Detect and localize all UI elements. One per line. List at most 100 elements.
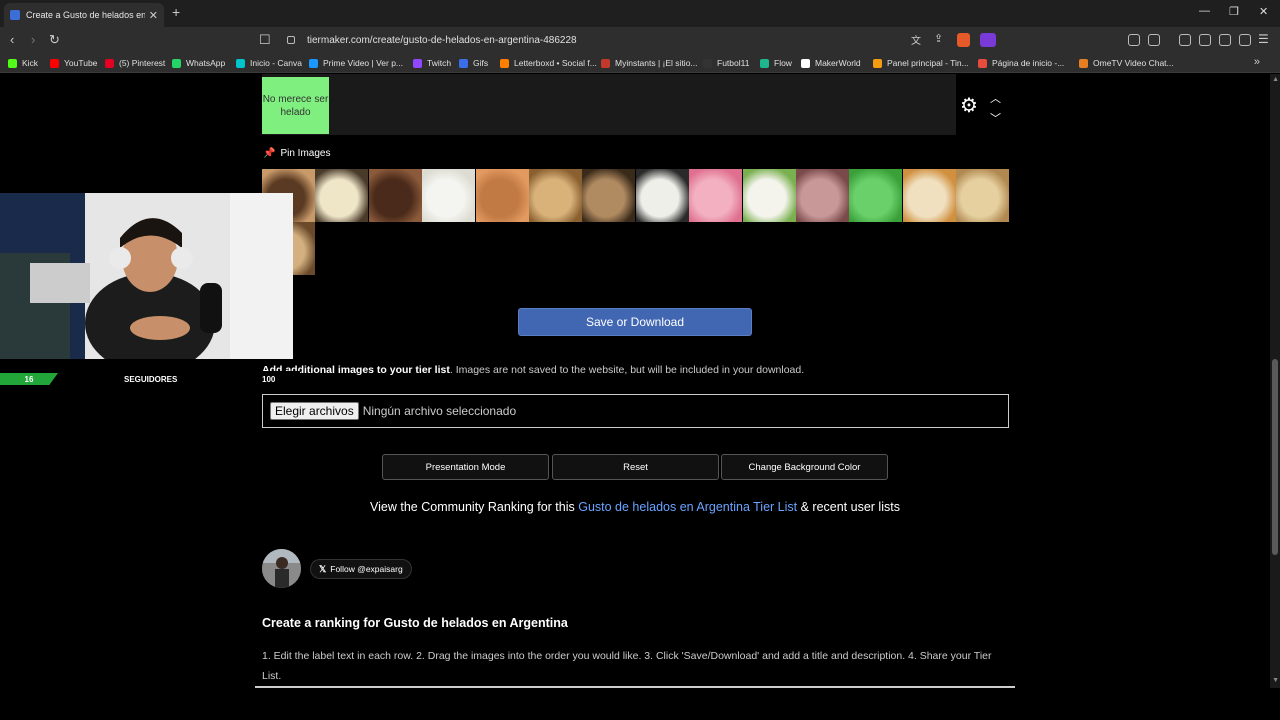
scroll-up-icon[interactable]: ▲	[1272, 76, 1279, 83]
ranking-title: Create a ranking for Gusto de helados en…	[262, 616, 568, 630]
follow-label: Follow @expaisarg	[330, 564, 403, 574]
leo-ai-icon[interactable]	[1219, 34, 1231, 46]
new-tab-icon[interactable]: +	[172, 4, 180, 20]
add-images-note-rest: . Images are not saved to the website, b…	[449, 364, 805, 376]
tier-label[interactable]: No merece ser helado	[262, 77, 329, 134]
tier-image-ice-cream-6[interactable]	[529, 169, 582, 222]
tier-image-ice-cream-11[interactable]	[796, 169, 849, 222]
community-ranking-text: View the Community Ranking for this Gust…	[0, 500, 1270, 514]
chevron-up-icon[interactable]: ︿	[990, 90, 1001, 106]
bookmark-item[interactable]: Panel principal - Tin...	[873, 58, 969, 68]
file-input[interactable]: Elegir archivos Ningún archivo seleccion…	[262, 394, 1009, 428]
scroll-down-icon[interactable]: ▼	[1272, 677, 1279, 684]
bookmark-label: Twitch	[427, 58, 452, 68]
bookmark-favicon-icon	[105, 58, 114, 68]
tier-image-ice-cream-7[interactable]	[582, 169, 636, 222]
bookmark-favicon-icon	[8, 58, 17, 68]
pin-images-label: Pin Images	[280, 148, 331, 159]
tab-search-icon[interactable]	[1148, 34, 1160, 46]
bookmark-item[interactable]: Inicio - Canva	[236, 58, 302, 68]
sidebar-icon[interactable]	[1179, 34, 1191, 46]
back-icon[interactable]: ‹	[10, 32, 14, 47]
add-images-note: Add additional images to your tier list.…	[262, 364, 804, 376]
tier-image-ice-cream-13[interactable]	[902, 169, 956, 222]
change-background-color-button[interactable]: Change Background Color	[721, 454, 888, 480]
choose-files-button[interactable]: Elegir archivos	[270, 402, 359, 420]
bookmark-item[interactable]: Futbol11	[703, 58, 749, 68]
share-icon[interactable]: ⇪	[934, 32, 943, 45]
more-bookmarks-icon[interactable]: »	[1254, 56, 1260, 68]
tier-image-ice-cream-5[interactable]	[475, 169, 529, 222]
tiermaker-favicon-icon	[10, 10, 20, 20]
bookmark-label: (5) Pinterest	[119, 58, 166, 68]
bookmarks-bar: » Kick YouTube (5) Pinterest WhatsApp Inicio…	[0, 53, 1280, 73]
bookmark-label: Gifs	[473, 58, 489, 68]
tier-image-ice-cream-10[interactable]	[742, 169, 796, 222]
tier-image-ice-cream-2[interactable]	[315, 169, 369, 222]
follower-count-left: 16	[0, 373, 58, 385]
bookmark-favicon-icon	[1079, 58, 1088, 68]
tier-image-ice-cream-8[interactable]	[635, 169, 689, 222]
menu-icon[interactable]: ☰	[1258, 32, 1269, 46]
pin-images-header[interactable]: 📌 Pin Images	[263, 148, 330, 159]
reset-button[interactable]: Reset	[552, 454, 719, 480]
browser-toolbar: ‹ › ↻ ☐ tiermaker.com/create/gusto-de-he…	[0, 27, 1280, 53]
bookmark-item[interactable]: YouTube	[50, 58, 97, 68]
gear-icon[interactable]: ⚙	[960, 96, 978, 116]
save-download-button[interactable]: Save or Download	[518, 308, 752, 336]
browser-tab[interactable]: Create a Gusto de helados en Ar ✕	[4, 3, 164, 27]
site-info-icon[interactable]	[287, 36, 295, 44]
tier-image-ice-cream-3[interactable]	[368, 169, 422, 222]
tier-image-ice-cream-4[interactable]	[422, 169, 476, 222]
tier-image-ice-cream-14[interactable]	[956, 169, 1010, 222]
brave-rewards-icon[interactable]	[980, 33, 996, 47]
community-ranking-link[interactable]: Gusto de helados en Argentina Tier List	[578, 500, 797, 514]
bookmark-label: Página de inicio -...	[992, 58, 1065, 68]
page-scrollbar[interactable]	[1270, 74, 1280, 688]
brave-shields-icon[interactable]	[957, 33, 970, 47]
bookmark-item[interactable]: (5) Pinterest	[105, 58, 165, 68]
bookmark-label: YouTube	[64, 58, 98, 68]
address-bar[interactable]: tiermaker.com/create/gusto-de-helados-en…	[283, 30, 1001, 50]
bookmark-item[interactable]: OmeTV Video Chat...	[1079, 58, 1174, 68]
tier-image-ice-cream-12[interactable]	[849, 169, 903, 222]
bookmark-item[interactable]: Twitch	[413, 58, 451, 68]
follower-counter: 16 SEGUIDORES 100	[0, 371, 300, 387]
tier-row: No merece ser helado ⚙ ︿ ﹀	[262, 74, 1009, 135]
chevron-down-icon[interactable]: ﹀	[990, 110, 1001, 126]
bookmark-icon[interactable]: ☐	[259, 32, 271, 48]
bookmark-label: Futbol11	[717, 58, 750, 68]
bookmark-item[interactable]: Gifs	[459, 58, 488, 68]
bookmark-label: WhatsApp	[186, 58, 226, 68]
bookmark-item[interactable]: Página de inicio -...	[978, 58, 1064, 68]
bookmark-item[interactable]: MakerWorld	[801, 58, 861, 68]
follower-goal: 100	[262, 375, 276, 384]
bookmark-item[interactable]: Flow	[760, 58, 792, 68]
translate-icon[interactable]: 文	[911, 32, 921, 47]
minimize-icon[interactable]: —	[1199, 5, 1210, 17]
webcam-overlay	[0, 193, 293, 359]
ranking-instructions: 1. Edit the label text in each row. 2. D…	[262, 650, 992, 682]
bookmark-item[interactable]: Prime Video | Ver p...	[309, 58, 403, 68]
presentation-mode-button[interactable]: Presentation Mode	[382, 454, 549, 480]
vpn-icon[interactable]	[1239, 34, 1251, 46]
wallet-icon[interactable]	[1199, 34, 1211, 46]
close-tab-icon[interactable]: ✕	[149, 9, 158, 22]
restore-icon[interactable]: ❐	[1229, 5, 1239, 18]
followers-label: SEGUIDORES	[124, 375, 178, 384]
bookmark-item[interactable]: Kick	[8, 58, 38, 68]
bookmark-item[interactable]: Myinstants | ¡El sitio...	[601, 58, 698, 68]
file-status: Ningún archivo seleccionado	[362, 404, 517, 418]
scrollbar-thumb[interactable]	[1272, 359, 1278, 555]
tier-image-ice-cream-9[interactable]	[689, 169, 743, 222]
follow-x-button[interactable]: 𝕏 Follow @expaisarg	[310, 559, 412, 579]
bookmark-label: MakerWorld	[815, 58, 861, 68]
forward-icon[interactable]: ›	[31, 32, 35, 47]
author-avatar[interactable]	[262, 549, 301, 588]
reload-icon[interactable]: ↻	[49, 32, 60, 48]
close-window-icon[interactable]: ✕	[1259, 5, 1268, 18]
bookmark-item[interactable]: Letterboxd • Social f...	[500, 58, 597, 68]
bookmark-item[interactable]: WhatsApp	[172, 58, 225, 68]
extensions-icon[interactable]	[1128, 34, 1140, 46]
bookmark-favicon-icon	[500, 58, 509, 68]
